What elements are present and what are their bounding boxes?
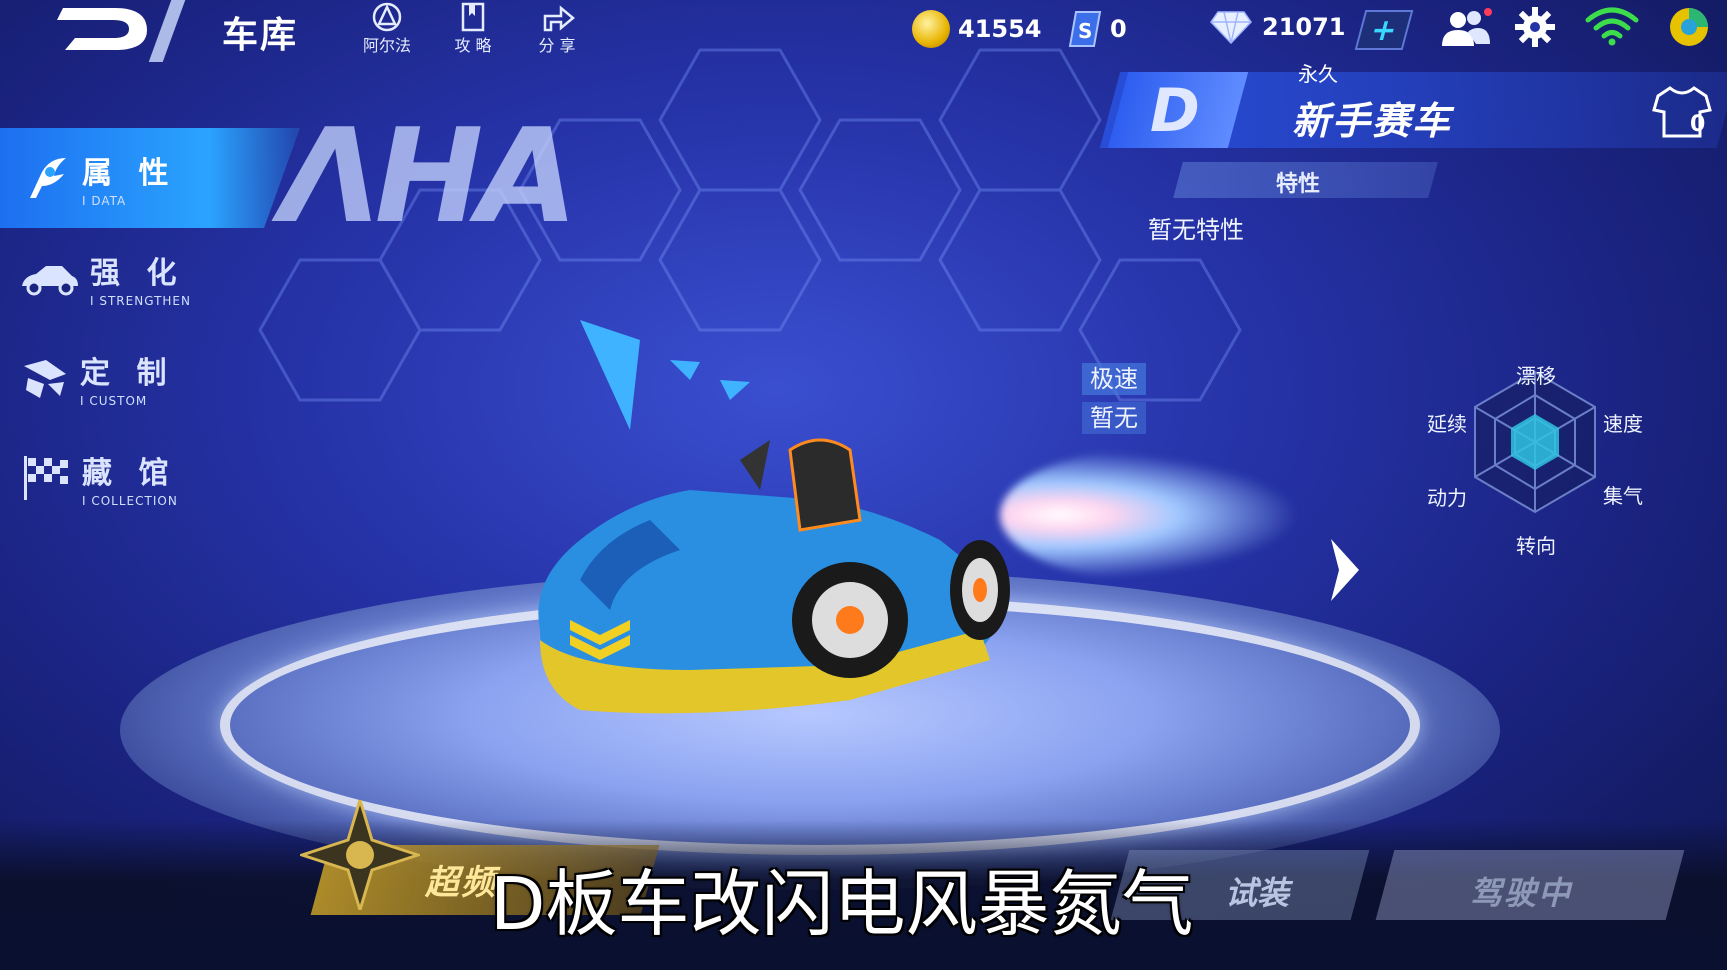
- ticket-balance: S 0: [1068, 10, 1127, 48]
- radar-label-steering: 转向: [1516, 534, 1556, 558]
- try-on-label: 试装: [1225, 874, 1290, 912]
- overclock-emblem-icon: [300, 800, 420, 910]
- car-name: 新手赛车: [1292, 99, 1453, 143]
- video-subtitle: D板车改闪电风暴氮气: [490, 862, 1194, 946]
- trait-header: 特性: [1276, 172, 1321, 197]
- alpha-label: 阿尔法: [362, 36, 411, 55]
- guide-button[interactable]: 攻 略: [438, 2, 508, 56]
- coin-icon: [912, 10, 950, 48]
- divider: [148, 0, 186, 62]
- share-label: 分 享: [538, 36, 576, 55]
- ticket-count: 0: [1110, 15, 1127, 43]
- overclock-label: 超频: [425, 863, 497, 903]
- menu-item-collection[interactable]: 藏 馆 I COLLECTION: [0, 428, 300, 528]
- share-icon: [543, 5, 575, 32]
- driving-label: 驾驶中: [1470, 874, 1573, 912]
- menu-title: 强 化: [90, 256, 185, 291]
- wifi-icon: [1585, 7, 1639, 46]
- radar-label-drift: 漂移: [1516, 364, 1556, 388]
- svg-text:S: S: [1078, 19, 1092, 43]
- plus-icon: +: [1366, 12, 1402, 48]
- menu-title: 属 性: [82, 156, 177, 191]
- friends-icon[interactable]: [1438, 8, 1494, 48]
- alpha-icon: [372, 2, 402, 32]
- menu-item-strengthen[interactable]: 强 化 I STRENGTHEN: [0, 228, 300, 328]
- coin-count: 41554: [958, 15, 1042, 43]
- avatar[interactable]: [1668, 6, 1710, 48]
- menu-item-custom[interactable]: 定 制 I CUSTOM: [0, 328, 300, 428]
- car-icon: [22, 266, 78, 296]
- trait-value: 暂无特性: [1148, 216, 1244, 244]
- menu-item-data[interactable]: 属 性 I DATA: [0, 128, 300, 228]
- recharge-button[interactable]: +: [1354, 10, 1414, 50]
- ticket-icon: S: [1068, 11, 1102, 47]
- ownership-duration: 永久: [1298, 62, 1338, 86]
- background-logo-text: ΛHA: [280, 100, 578, 252]
- page-title: 车库: [222, 15, 299, 56]
- top-bar: 车库 阿尔法 攻 略 分 享 41554 S 0 21071 +: [0, 0, 1727, 62]
- checkered-flag-icon: [24, 456, 68, 500]
- kart-model[interactable]: [520, 430, 1120, 730]
- menu-subtitle: I COLLECTION: [82, 494, 178, 508]
- car-tag-speed: 极速: [1082, 363, 1146, 395]
- racer-icon: [30, 158, 66, 198]
- diamond-balance: 21071: [1210, 10, 1346, 44]
- blue-fin-decoration: [580, 320, 750, 430]
- share-button[interactable]: 分 享: [522, 2, 592, 56]
- next-arrow-icon[interactable]: [1325, 535, 1365, 605]
- menu-subtitle: I STRENGTHEN: [90, 294, 191, 308]
- settings-gear-icon[interactable]: [1514, 6, 1556, 48]
- radar-label-speed: 速度: [1603, 412, 1643, 436]
- menu-title: 定 制: [80, 356, 175, 391]
- menu-subtitle: I CUSTOM: [80, 394, 148, 408]
- radar-label-endurance: 延续: [1427, 412, 1467, 436]
- side-menu: 属 性 I DATA 强 化 I STRENGTHEN 定 制 I CUSTOM 藏 …: [0, 128, 300, 528]
- guide-label: 攻 略: [454, 36, 492, 55]
- game-logo-icon: [57, 8, 147, 50]
- coin-balance: 41554: [912, 10, 1042, 48]
- radar-label-power: 动力: [1427, 486, 1467, 510]
- diamond-icon: [1210, 11, 1252, 44]
- guide-icon: [461, 2, 485, 32]
- radar-label-nitro: 集气: [1603, 484, 1643, 508]
- outfit-count: 0: [1690, 112, 1706, 137]
- paint-icon: [24, 360, 66, 398]
- grade-letter: D: [1150, 76, 1200, 146]
- menu-title: 藏 馆: [82, 456, 177, 491]
- diamond-count: 21071: [1262, 13, 1346, 41]
- alpha-button[interactable]: 阿尔法: [352, 2, 422, 56]
- menu-subtitle: I DATA: [82, 194, 127, 208]
